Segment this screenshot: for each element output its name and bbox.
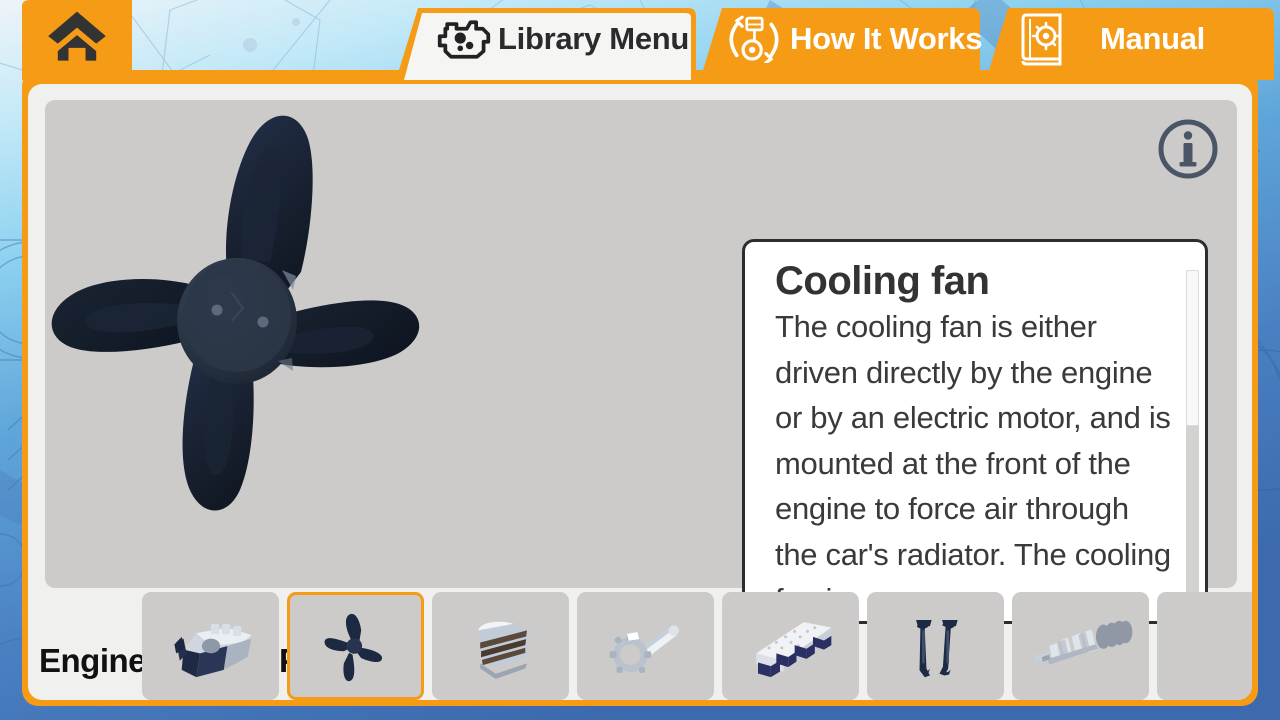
content-panel: Cooling fan The cooling fan is either dr… xyxy=(22,70,1258,706)
home-icon xyxy=(48,11,106,61)
thumbnail-piston[interactable] xyxy=(432,592,569,700)
description-card: Cooling fan The cooling fan is either dr… xyxy=(742,239,1208,624)
tab-manual-label: Manual xyxy=(1100,21,1205,56)
info-button[interactable] xyxy=(1157,118,1219,180)
valves-icon xyxy=(915,620,958,678)
description-scrollbar[interactable] xyxy=(1186,270,1199,616)
tab-library-menu-label: Library Menu xyxy=(498,21,690,56)
thumbnail-cooling-fan[interactable] xyxy=(287,592,424,700)
v8-engine-icon xyxy=(173,624,251,678)
crankshaft-icon xyxy=(1033,620,1132,665)
content-panel-inner: Cooling fan The cooling fan is either dr… xyxy=(28,84,1252,700)
top-tab-bar: Library Menu How It Works Manual xyxy=(0,0,1280,80)
thumbnail-connecting-rod[interactable] xyxy=(577,592,714,700)
info-icon xyxy=(1158,119,1218,179)
cooling-fan-3d-model[interactable] xyxy=(45,100,765,588)
book-gear-icon xyxy=(1021,13,1062,66)
tab-manual[interactable]: Manual xyxy=(986,6,1274,80)
tab-how-it-works[interactable]: How It Works xyxy=(700,6,983,80)
thumbnail-valves[interactable] xyxy=(867,592,1004,700)
cooling-fan-icon xyxy=(324,613,382,682)
description-text: The cooling fan is either driven directl… xyxy=(775,309,1171,617)
tab-how-it-works-label: How It Works xyxy=(790,21,983,56)
thumbnail-cylinder-head[interactable] xyxy=(722,592,859,700)
thumbnail-engine-block[interactable] xyxy=(142,592,279,700)
app-root: Cooling fan The cooling fan is either dr… xyxy=(0,0,1280,720)
description-body: Cooling fan The cooling fan is either dr… xyxy=(775,260,1173,620)
tab-library-menu[interactable]: Library Menu xyxy=(396,6,696,80)
engine-gear-icon xyxy=(437,20,491,59)
description-scrollbar-thumb[interactable] xyxy=(1186,270,1199,426)
piston-loop-icon xyxy=(729,15,779,63)
thumbnail-next-part[interactable] xyxy=(1157,592,1252,700)
connecting-rod-icon xyxy=(609,625,679,673)
tab-home[interactable] xyxy=(22,0,132,80)
piston-icon xyxy=(477,621,530,679)
description-title: Cooling fan xyxy=(775,260,990,303)
thumbnail-crankshaft[interactable] xyxy=(1012,592,1149,700)
cylinder-head-icon xyxy=(755,622,831,678)
parts-thumbnail-strip[interactable] xyxy=(28,592,1252,700)
